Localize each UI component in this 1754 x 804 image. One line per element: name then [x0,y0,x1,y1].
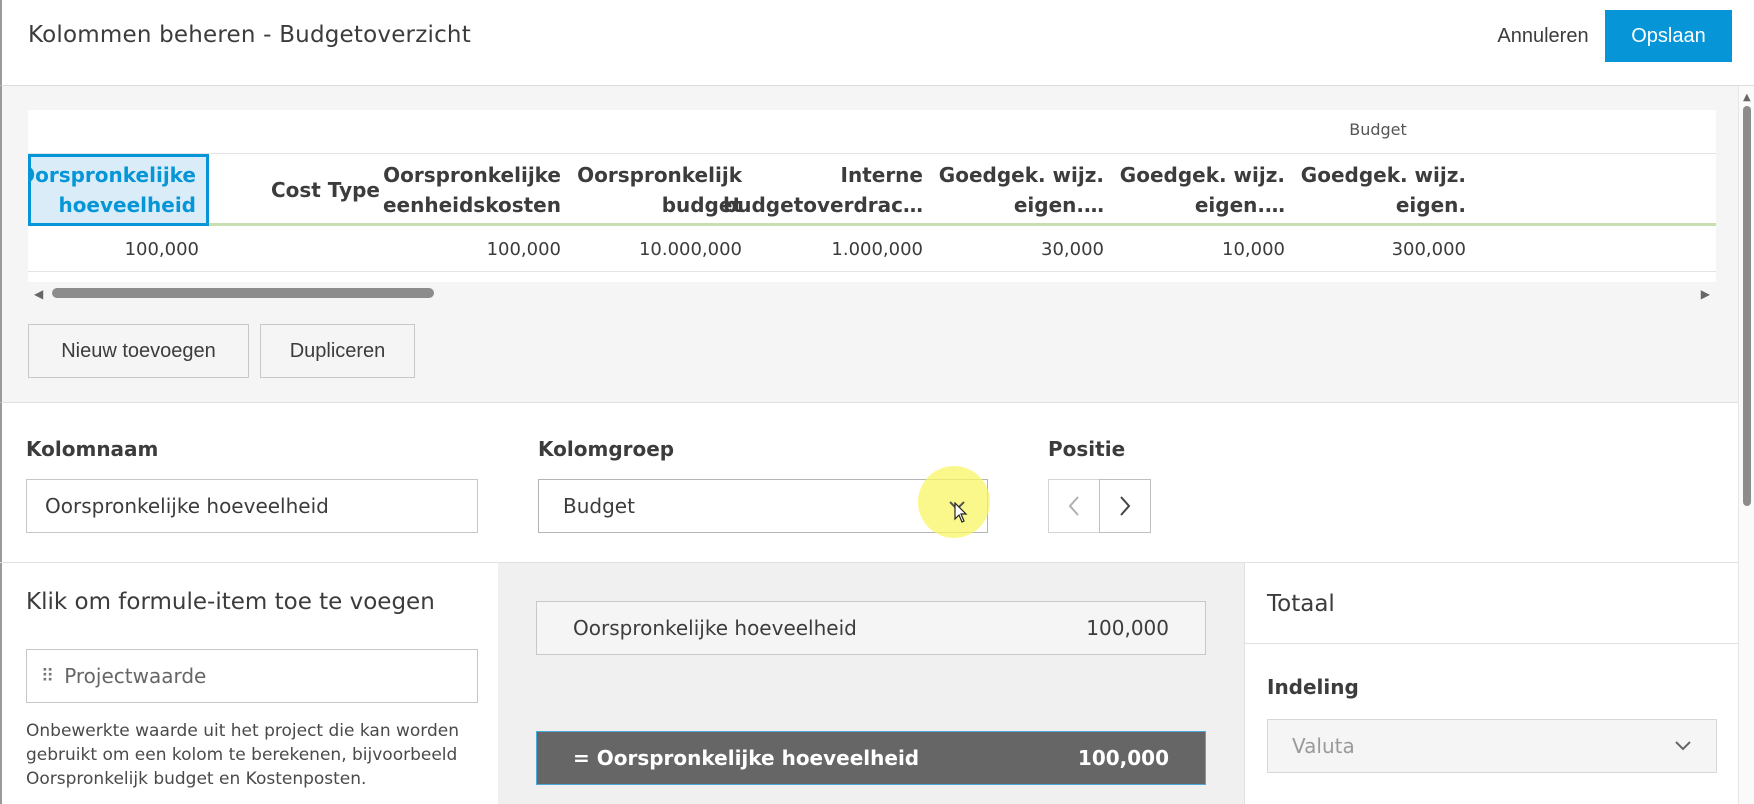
position-label: Positie [1048,437,1126,461]
save-button[interactable]: Opslaan [1605,10,1732,62]
position-left-button[interactable] [1048,479,1100,533]
column-header-line: Interne [840,163,923,187]
table-cell: 10.000,000 [638,238,742,260]
position-right-button[interactable] [1099,479,1151,533]
chevron-down-icon [1675,741,1691,751]
column-header[interactable]: Goedgek. wijz. eigen.… [1114,154,1295,226]
chevron-right-icon [1120,496,1131,516]
column-header[interactable]: Goedgek. wijz. eigen.… [933,154,1114,226]
column-header-line: Oorspronkelijk [577,163,742,187]
column-header-line: hoeveelheid [58,193,196,217]
table-cell: 100,000 [486,238,561,260]
formula-result[interactable]: = Oorspronkelijke hoeveelheid 100,000 [536,731,1206,785]
table-cell [209,226,390,272]
formula-result-value: 100,000 [1077,746,1169,770]
table-cell: 30,000 [1041,238,1104,260]
column-header-line: eigen.… [1013,193,1104,217]
format-select-value: Valuta [1292,734,1355,758]
column-group-field-label: Kolomgroep [538,437,675,461]
add-new-button[interactable]: Nieuw toevoegen [28,324,249,378]
format-select[interactable]: Valuta [1267,719,1717,773]
preview-grid: Budget Oorspronkelijke hoeveelheid Cost T… [28,110,1716,306]
column-header-line: Goedgek. wijz. [1119,163,1285,187]
column-name-label: Kolomnaam [26,437,159,461]
scroll-left-icon[interactable]: ◀ [34,287,43,301]
dialog-header: Kolommen beheren - Budgetoverzicht Annul… [0,0,1754,86]
column-group-row: Budget [28,110,1716,154]
column-header-line: Goedgek. wijz. [1300,163,1466,187]
formula-result-name: = Oorspronkelijke hoeveelheid [573,746,920,770]
column-header-line: eenheidskosten [382,193,561,217]
column-header-line: budgetoverdrac… [722,193,923,217]
formula-items-title: Klik om formule-item toe te voegen [26,589,435,615]
column-preview-area: Budget Oorspronkelijke hoeveelheid Cost T… [0,86,1738,402]
project-value-description: Onbewerkte waarde uit het project die ka… [26,721,460,789]
project-value-label: Projectwaarde [64,664,207,688]
divider [1245,643,1739,644]
column-header-line: eigen. [1395,193,1466,217]
mouse-pointer-icon [954,501,968,528]
column-name-input[interactable]: Oorspronkelijke hoeveelheid [26,479,478,533]
table-cell: 1.000,000 [831,238,923,260]
scroll-up-icon[interactable]: ▲ [1743,92,1751,103]
vertical-scrollbar[interactable]: ▲ [1738,86,1754,804]
formula-item-name: Oorspronkelijke hoeveelheid [573,616,857,640]
column-header[interactable]: Goedgek. wijz. eigen. [1295,154,1476,226]
dialog-title: Kolommen beheren - Budgetoverzicht [28,22,471,48]
table-cell: 300,000 [1391,238,1466,260]
total-title: Totaal [1267,591,1335,617]
total-panel: Totaal Indeling Valuta [1244,563,1739,804]
duplicate-button[interactable]: Dupliceren [260,324,415,378]
cancel-button[interactable]: Annuleren [1472,10,1614,62]
formula-items-panel: Klik om formule-item toe te voegen ⠿ Pro… [0,563,498,804]
project-value-item[interactable]: ⠿ Projectwaarde [26,649,478,703]
column-settings: Kolomnaam Oorspronkelijke hoeveelheid Ko… [0,402,1738,562]
formula-canvas: Oorspronkelijke hoeveelheid 100,000 = Oo… [498,563,1244,804]
column-header[interactable]: Cost Type [209,154,390,226]
column-header-row: Oorspronkelijke hoeveelheid Cost Type Oor… [28,154,1716,226]
column-header-line: Goedgek. wijz. [938,163,1104,187]
formula-item[interactable]: Oorspronkelijke hoeveelheid 100,000 [536,601,1206,655]
column-header-line: eigen.… [1194,193,1285,217]
formula-editor: Klik om formule-item toe te voegen ⠿ Pro… [0,562,1739,804]
vertical-scrollbar-thumb[interactable] [1743,106,1751,506]
table-cell: 100,000 [124,238,199,260]
column-header-line: Oorspronkelijke [383,163,561,187]
scrollbar-thumb[interactable] [52,288,434,298]
column-header-line: Oorspronkelijke [28,163,196,187]
format-label: Indeling [1267,675,1359,699]
column-header-line: Cost Type [270,178,380,202]
drag-handle-icon[interactable]: ⠿ [41,666,54,687]
chevron-left-icon [1068,496,1079,516]
column-header[interactable]: Oorspronkelijke eenheidskosten [383,154,571,226]
scroll-right-icon[interactable]: ▶ [1701,287,1710,301]
column-group-label: Budget [1349,120,1407,139]
formula-item-value: 100,000 [1086,616,1169,640]
horizontal-scrollbar[interactable]: ◀ ▶ [28,282,1716,306]
table-cell: 10,000 [1222,238,1285,260]
table-row: 100,000 100,000 10.000,000 1.000,000 30,… [28,226,1716,272]
column-header[interactable]: Interne budgetoverdrac… [723,154,933,226]
column-header[interactable]: Oorspronkelijke hoeveelheid [28,154,209,226]
